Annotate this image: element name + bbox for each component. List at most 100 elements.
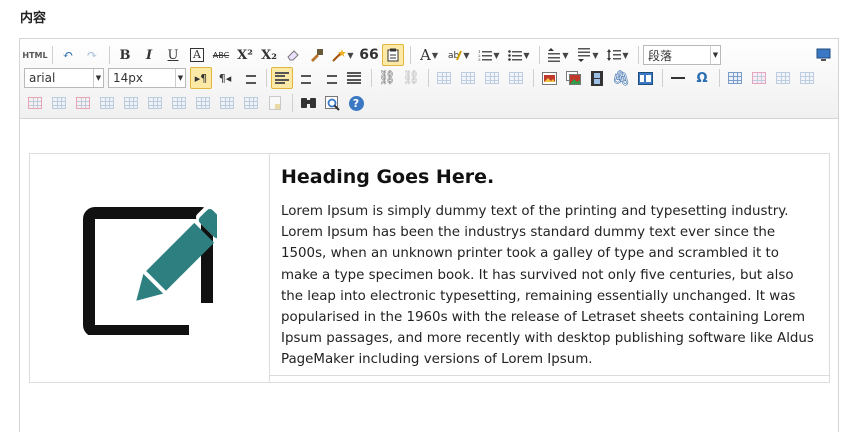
insert-caption-icon[interactable] bbox=[772, 67, 794, 89]
insert-caption-graphic bbox=[776, 72, 790, 84]
dropdown-caret-icon: ▼ bbox=[562, 50, 569, 60]
split-cols-icon[interactable] bbox=[264, 92, 286, 114]
delete-row-icon[interactable] bbox=[48, 92, 70, 114]
merge-right-graphic bbox=[172, 97, 186, 109]
merge-right-icon[interactable] bbox=[168, 92, 190, 114]
image-center-graphic bbox=[509, 72, 523, 84]
font-family-select[interactable]: arial ▼ bbox=[24, 68, 104, 88]
separator bbox=[292, 94, 293, 112]
insert-video-icon[interactable] bbox=[586, 67, 608, 89]
split-rows-graphic bbox=[244, 97, 258, 109]
rich-text-editor: HTML ↶ ↷ B I U A ABC X² X₂ ▼ 66 A ▼ ab ▼… bbox=[19, 38, 839, 432]
image-float-left-graphic bbox=[461, 72, 475, 84]
insert-col-left-icon[interactable] bbox=[72, 92, 94, 114]
image-center-icon[interactable] bbox=[505, 67, 527, 89]
split-cells-icon[interactable] bbox=[216, 92, 238, 114]
paste-plain-icon[interactable] bbox=[382, 44, 404, 66]
align-left-icon[interactable] bbox=[271, 67, 293, 89]
source-html-button[interactable]: HTML bbox=[22, 44, 47, 66]
font-color-button[interactable]: A ▼ bbox=[415, 44, 443, 66]
blockquote-button[interactable]: 66 bbox=[358, 44, 380, 66]
insert-row-above-graphic bbox=[800, 72, 814, 84]
delete-table-icon[interactable] bbox=[748, 67, 770, 89]
subscript-button[interactable]: X₂ bbox=[258, 44, 280, 66]
strikethrough-button[interactable]: ABC bbox=[210, 44, 232, 66]
font-size-select[interactable]: 14px ▼ bbox=[108, 68, 186, 88]
image-cell[interactable] bbox=[30, 154, 270, 382]
split-rows-icon[interactable] bbox=[240, 92, 262, 114]
align-justify-icon[interactable] bbox=[343, 67, 365, 89]
separator bbox=[533, 69, 534, 87]
image-float-right-icon[interactable] bbox=[481, 67, 503, 89]
toolbar-row-3: ? bbox=[24, 92, 836, 114]
delete-table-graphic bbox=[752, 72, 766, 84]
horizontal-rule-icon[interactable] bbox=[667, 67, 689, 89]
delete-row-graphic bbox=[52, 97, 66, 109]
font-border-button[interactable]: A bbox=[186, 44, 208, 66]
text-cell[interactable]: Heading Goes Here. Lorem Ipsum is simply… bbox=[270, 154, 829, 376]
insert-col-right-graphic bbox=[100, 97, 114, 109]
insert-col-left-graphic bbox=[76, 97, 90, 109]
help-icon: ? bbox=[348, 95, 364, 111]
auto-format-icon[interactable]: ▼ bbox=[330, 44, 356, 66]
superscript-button[interactable]: X² bbox=[234, 44, 256, 66]
paragraph-format-value: 段落 bbox=[648, 48, 673, 63]
underline-button[interactable]: U bbox=[162, 44, 184, 66]
row-spacing-top-icon[interactable]: ▼ bbox=[544, 44, 572, 66]
insert-col-right-icon[interactable] bbox=[96, 92, 118, 114]
merge-down-icon[interactable] bbox=[192, 92, 214, 114]
help-button[interactable]: ? bbox=[345, 92, 367, 114]
row-spacing-bottom-icon[interactable]: ▼ bbox=[574, 44, 602, 66]
align-center-lines bbox=[299, 72, 313, 84]
font-border-label: A bbox=[190, 48, 204, 62]
rtl-direction-icon[interactable]: ¶◂ bbox=[214, 67, 236, 89]
insert-table-icon[interactable] bbox=[724, 67, 746, 89]
special-chars-button[interactable]: Ω bbox=[691, 67, 713, 89]
undo-icon[interactable]: ↶ bbox=[57, 44, 79, 66]
fullscreen-icon[interactable] bbox=[812, 44, 834, 66]
delete-col-icon[interactable] bbox=[120, 92, 142, 114]
separator bbox=[539, 46, 540, 64]
eraser-icon[interactable] bbox=[282, 44, 304, 66]
insert-row-below-icon[interactable] bbox=[24, 92, 46, 114]
editor-content-area[interactable]: Heading Goes Here. Lorem Ipsum is simply… bbox=[20, 120, 838, 432]
attachment-icon[interactable]: 🖇 bbox=[610, 67, 632, 89]
toolbar-row-2: arial ▼ 14px ▼ ▸¶ ¶◂ ⛓ ⛓ 🖇 Ω bbox=[24, 67, 836, 89]
image-float-none-graphic bbox=[437, 72, 451, 84]
separator bbox=[52, 46, 53, 64]
italic-button[interactable]: I bbox=[138, 44, 160, 66]
ltr-direction-icon[interactable]: ▸¶ bbox=[190, 67, 212, 89]
multi-image-icon[interactable] bbox=[562, 67, 584, 89]
ordered-list-icon[interactable]: 1 2 3 ▼ bbox=[475, 44, 503, 66]
background-color-icon[interactable]: ab ▼ bbox=[445, 44, 473, 66]
link-icon[interactable]: ⛓ bbox=[376, 67, 398, 89]
align-right-icon[interactable] bbox=[319, 67, 341, 89]
dropdown-caret-icon: ▼ bbox=[93, 69, 103, 87]
separator bbox=[371, 69, 372, 87]
format-painter-icon[interactable] bbox=[306, 44, 328, 66]
paragraph-format-select[interactable]: 段落 ▼ bbox=[643, 45, 721, 65]
separator bbox=[109, 46, 110, 64]
redo-icon[interactable]: ↷ bbox=[81, 44, 103, 66]
content-table[interactable]: Heading Goes Here. Lorem Ipsum is simply… bbox=[29, 153, 830, 383]
bold-button[interactable]: B bbox=[114, 44, 136, 66]
align-center-icon[interactable] bbox=[295, 67, 317, 89]
separator bbox=[638, 46, 639, 64]
search-replace-icon[interactable] bbox=[297, 92, 319, 114]
preview-icon[interactable] bbox=[321, 92, 343, 114]
merge-cells-icon[interactable] bbox=[144, 92, 166, 114]
indent-icon[interactable] bbox=[238, 67, 260, 89]
insert-row-above-icon[interactable] bbox=[796, 67, 818, 89]
dropdown-caret-icon: ▼ bbox=[493, 50, 500, 60]
line-height-icon[interactable]: ▼ bbox=[604, 44, 632, 66]
separator bbox=[266, 69, 267, 87]
image-float-left-icon[interactable] bbox=[457, 67, 479, 89]
unordered-list-icon[interactable]: ▼ bbox=[505, 44, 533, 66]
dropdown-caret-icon: ▼ bbox=[710, 46, 720, 64]
font-size-value: 14px bbox=[113, 71, 143, 85]
unlink-icon[interactable]: ⛓ bbox=[400, 67, 422, 89]
insert-image-icon[interactable] bbox=[538, 67, 560, 89]
insert-frame-icon[interactable] bbox=[634, 67, 656, 89]
image-float-none-icon[interactable] bbox=[433, 67, 455, 89]
dropdown-caret-icon: ▼ bbox=[592, 50, 599, 60]
